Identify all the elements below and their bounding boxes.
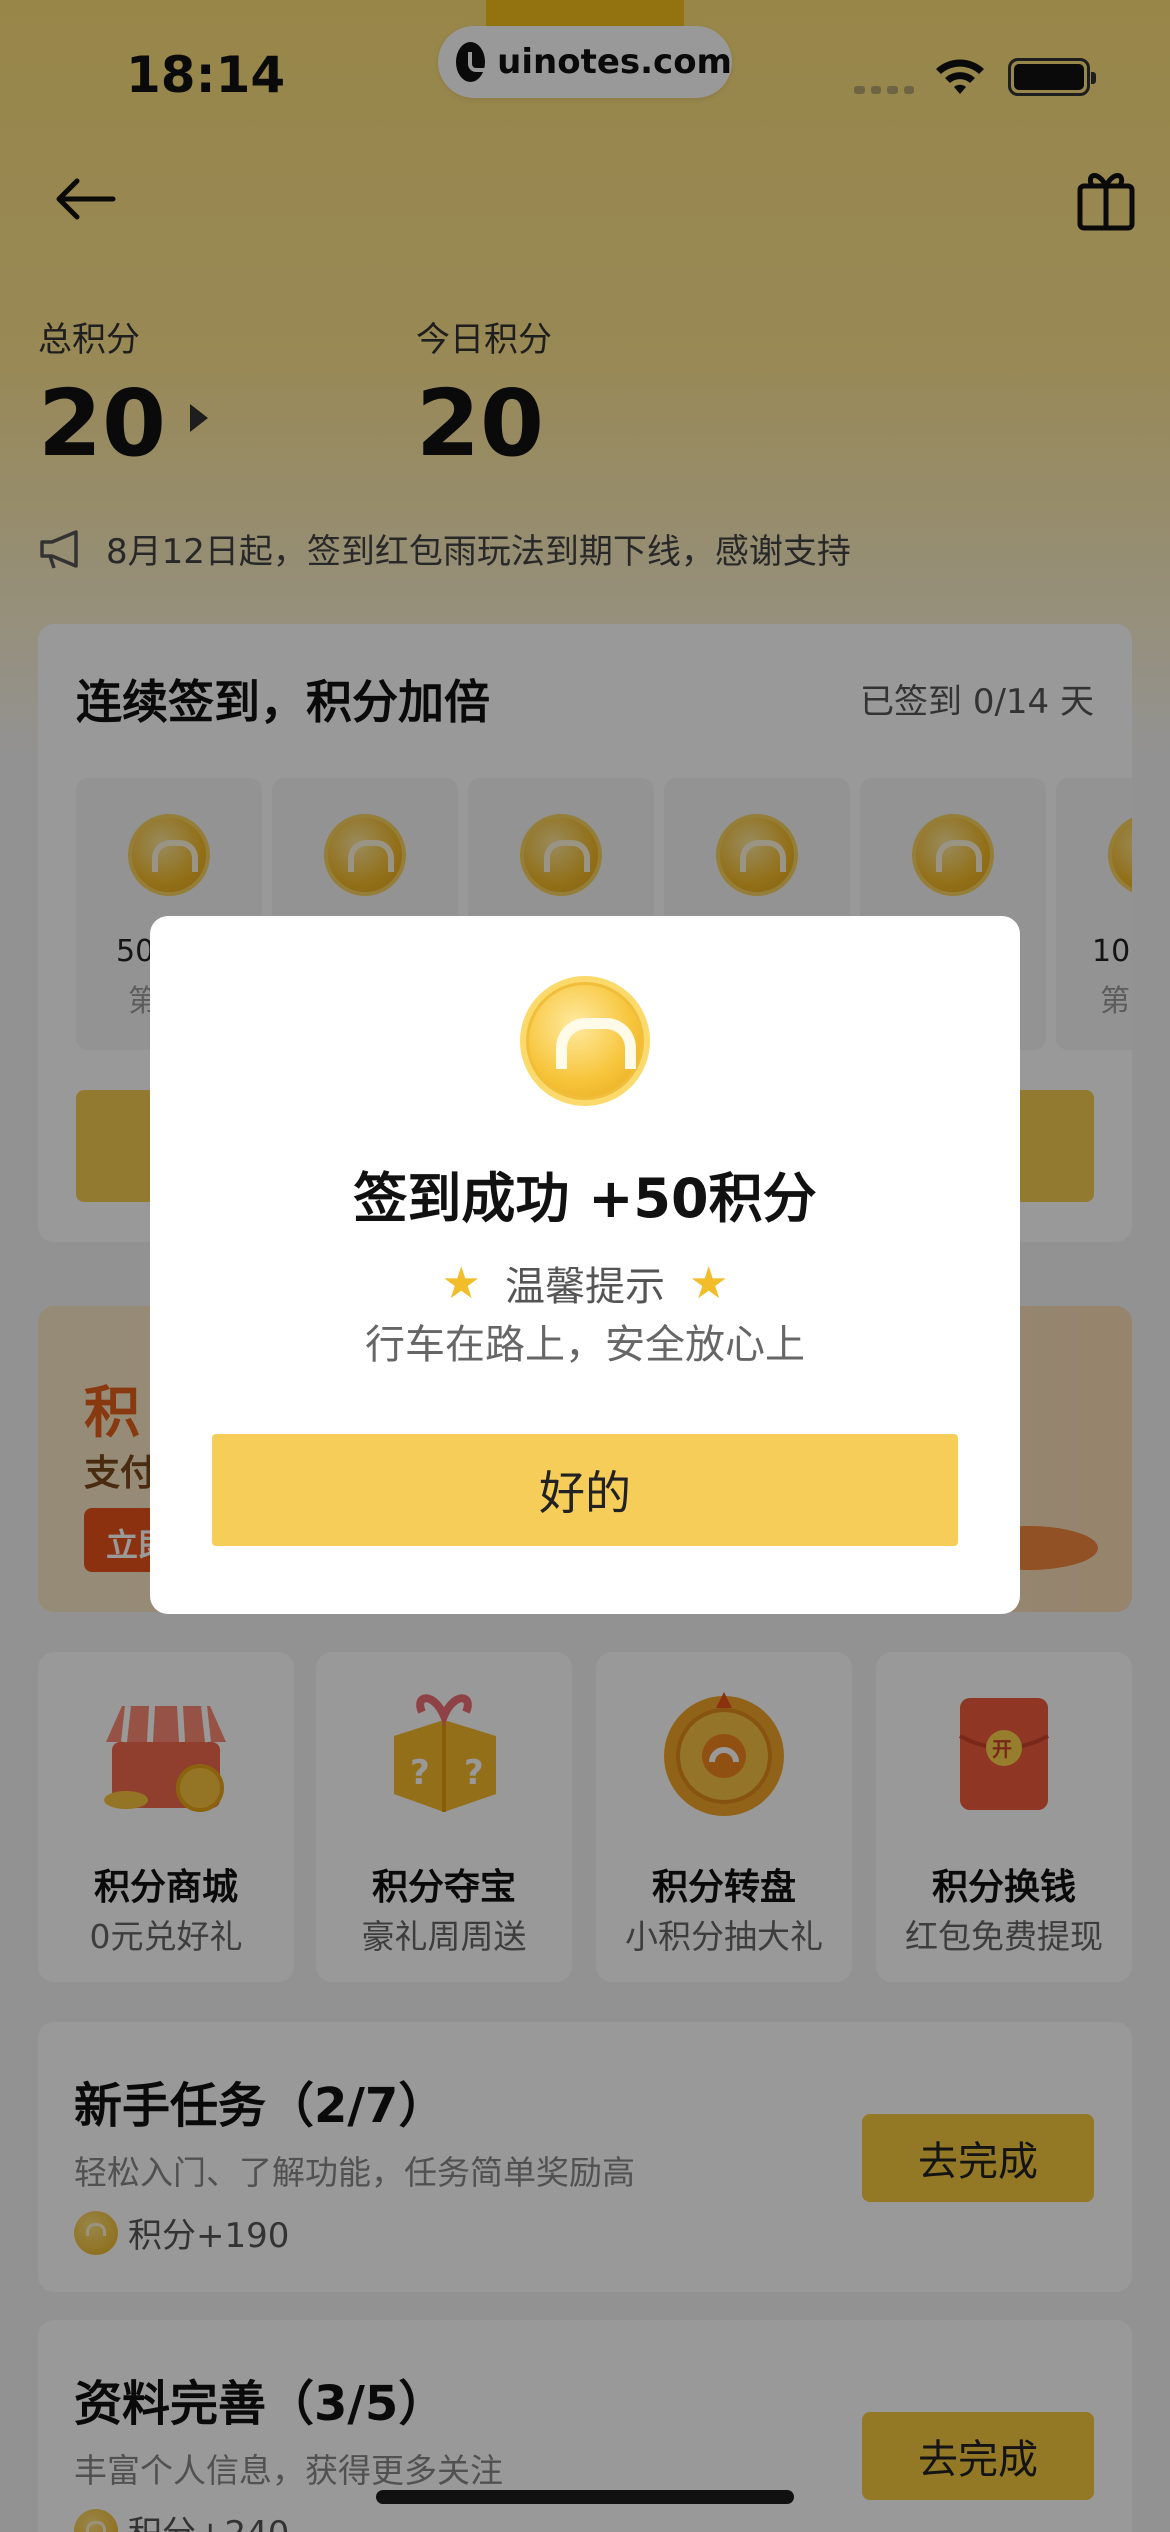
points-page: 18:14 uinotes.com 总积分 20 今日积分 20 8月12日起，…	[0, 0, 1170, 2532]
signin-success-dialog: 签到成功 +50积分 ★ 温馨提示 ★ 行车在路上，安全放心上 好的	[150, 916, 1020, 1614]
home-indicator[interactable]	[376, 2490, 794, 2504]
star-icon: ★	[441, 1257, 481, 1309]
star-icon: ★	[689, 1257, 729, 1309]
ok-button[interactable]: 好的	[212, 1434, 958, 1546]
dialog-tip: ★ 温馨提示 ★	[150, 1254, 1020, 1312]
coin-icon	[520, 976, 650, 1106]
dialog-message: 行车在路上，安全放心上	[365, 1322, 805, 1368]
dialog-tip-text: 温馨提示	[505, 1264, 665, 1310]
dialog-title: 签到成功 +50积分	[353, 1167, 817, 1230]
